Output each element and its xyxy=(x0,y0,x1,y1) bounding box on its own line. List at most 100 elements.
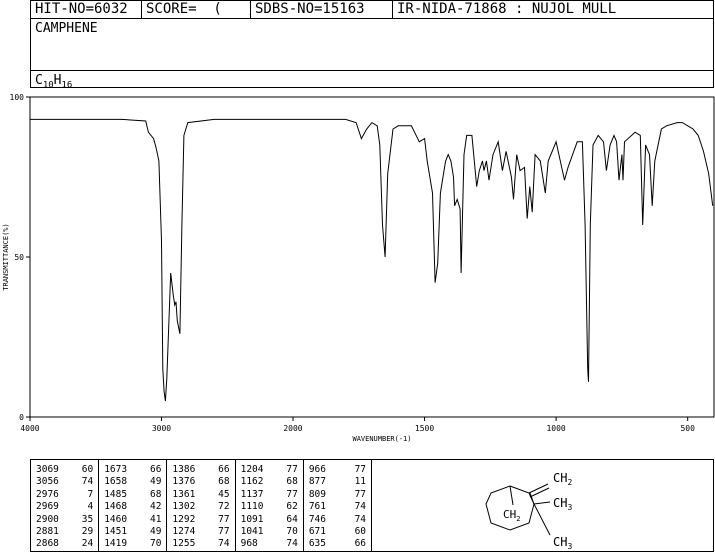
peak-row: 1274 77 xyxy=(167,526,234,538)
peak-row: 3056 74 xyxy=(31,476,98,488)
peak-wavenumber: 1376 xyxy=(172,476,196,488)
spectrum-trace xyxy=(30,118,714,402)
peak-wavenumber: 2969 xyxy=(36,501,59,513)
peak-transmittance: 66 xyxy=(354,538,367,550)
ir-nida-method: IR-NIDA-71868 : NUJOL MULL xyxy=(397,1,617,17)
peak-transmittance: 66 xyxy=(218,464,230,475)
peak-row: 966 77 xyxy=(304,464,371,476)
peak-wavenumber: 1041 xyxy=(240,525,264,537)
peak-wavenumber: 1361 xyxy=(172,488,196,500)
ch2-methylene-label: CH2 xyxy=(553,471,572,487)
peak-transmittance: 77 xyxy=(286,488,298,500)
y-axis-label: TRANSMITTANCE(%) xyxy=(2,223,10,290)
peak-wavenumber: 671 xyxy=(308,525,326,537)
peak-wavenumber: 2881 xyxy=(36,525,59,537)
peak-row: 2976 7 xyxy=(31,489,98,501)
peak-transmittance: 11 xyxy=(354,476,367,488)
peak-wavenumber: 966 xyxy=(308,464,326,475)
peak-transmittance: 70 xyxy=(149,538,162,550)
peak-wavenumber: 809 xyxy=(308,488,326,500)
hit-number: HIT-NO=6032 xyxy=(31,1,142,18)
peak-row: 1041 70 xyxy=(236,526,303,538)
peak-transmittance: 64 xyxy=(286,513,298,525)
peak-row: 3069 60 xyxy=(31,464,98,476)
y-tick-label: 50 xyxy=(14,253,24,262)
peak-row: 2881 29 xyxy=(31,526,98,538)
peak-row: 1137 77 xyxy=(236,489,303,501)
peak-transmittance: 42 xyxy=(149,501,162,513)
peak-row: 877 11 xyxy=(304,476,371,488)
peak-transmittance: 68 xyxy=(149,488,162,500)
peak-column: 1386 66 1376 68 1361 45 1302 72 1292 77 1274 77 1255… xyxy=(167,460,236,551)
peak-row: 1485 68 xyxy=(99,489,166,501)
peak-column: 1204 77 1162 68 1137 77 1110 62 1091 64 1041 70 968 7… xyxy=(236,460,304,551)
peak-column: 1673 66 1658 49 1485 68 1468 42 1460 41 1451 49 1419… xyxy=(99,460,168,551)
peak-column: 3069 60 3056 74 2976 7 2969 4 2900 35 2881 29 2868 24 xyxy=(31,460,100,551)
peak-row: 1673 66 xyxy=(99,464,166,476)
peak-row: 671 60 xyxy=(304,526,371,538)
peak-transmittance: 68 xyxy=(218,476,230,488)
peak-column: 966 77 877 11 809 77 761 74 746 74 671 60 635 66 xyxy=(304,460,371,551)
peak-row: 1162 68 xyxy=(236,476,303,488)
peak-transmittance: 77 xyxy=(286,464,298,475)
ch2-bridge-label: CH2 xyxy=(503,508,520,523)
peak-row: 2969 4 xyxy=(31,501,98,513)
peak-transmittance: 68 xyxy=(286,476,298,488)
peak-row: 1204 77 xyxy=(236,464,303,476)
peak-transmittance: 29 xyxy=(81,525,94,537)
peak-wavenumber: 1419 xyxy=(104,538,128,550)
peak-transmittance: 66 xyxy=(149,464,162,475)
peak-transmittance: 41 xyxy=(149,513,162,525)
structure-panel: CH2 CH3 CH2 CH3 xyxy=(372,459,714,552)
peak-transmittance: 62 xyxy=(286,501,298,513)
peak-row: 1376 68 xyxy=(167,476,234,488)
peak-wavenumber: 1091 xyxy=(240,513,264,525)
peak-wavenumber: 2868 xyxy=(36,538,59,550)
peak-transmittance: 60 xyxy=(354,525,367,537)
molecular-formula: C10H16 xyxy=(31,70,713,91)
peak-row: 746 74 xyxy=(304,514,371,526)
sdbs-number: SDBS-NO=15163 xyxy=(251,1,393,18)
peak-transmittance: 49 xyxy=(149,525,162,537)
peak-row: 1451 49 xyxy=(99,526,166,538)
peak-wavenumber: 2976 xyxy=(36,488,59,500)
x-tick-label: 3000 xyxy=(152,424,171,433)
peak-row: 1419 70 xyxy=(99,538,166,550)
peak-transmittance: 77 xyxy=(354,488,367,500)
peak-transmittance: 7 xyxy=(87,488,94,500)
x-tick-label: 1500 xyxy=(415,424,434,433)
peak-transmittance: 60 xyxy=(81,464,94,475)
peak-wavenumber: 1673 xyxy=(104,464,128,475)
peak-row: 2868 24 xyxy=(31,538,98,550)
peak-wavenumber: 635 xyxy=(308,538,326,550)
peak-wavenumber: 3056 xyxy=(36,476,59,488)
header-id-row: HIT-NO=6032 SCORE= ( ) SDBS-NO=15163 IR-… xyxy=(31,1,713,19)
peak-wavenumber: 1162 xyxy=(240,476,264,488)
peak-transmittance: 72 xyxy=(218,501,230,513)
x-axis-label: WAVENUMBER(-1) xyxy=(352,435,411,443)
peak-transmittance: 77 xyxy=(218,525,230,537)
peak-row: 1468 42 xyxy=(99,501,166,513)
peak-transmittance: 45 xyxy=(218,488,230,500)
score: SCORE= ( ) xyxy=(142,1,251,18)
peak-row: 2900 35 xyxy=(31,514,98,526)
peak-row: 1361 45 xyxy=(167,489,234,501)
x-tick-label: 500 xyxy=(680,424,695,433)
peak-transmittance: 74 xyxy=(81,476,94,488)
peak-row: 635 66 xyxy=(304,538,371,550)
spectrum-header: HIT-NO=6032 SCORE= ( ) SDBS-NO=15163 IR-… xyxy=(30,0,714,91)
peak-wavenumber: 1658 xyxy=(104,476,128,488)
peak-wavenumber: 3069 xyxy=(36,464,59,475)
peak-wavenumber: 1460 xyxy=(104,513,128,525)
peak-transmittance: 74 xyxy=(354,513,367,525)
compound-name: CAMPHENE xyxy=(35,21,98,36)
peak-row: 968 74 xyxy=(236,538,303,550)
peak-row: 1460 41 xyxy=(99,514,166,526)
peak-wavenumber: 1386 xyxy=(172,464,196,475)
x-tick-label: 2000 xyxy=(283,424,302,433)
peak-wavenumber: 968 xyxy=(240,538,258,550)
peak-wavenumber: 746 xyxy=(308,513,326,525)
x-tick-label: 1000 xyxy=(546,424,565,433)
peak-table: 3069 60 3056 74 2976 7 2969 4 2900 35 2881 29 2868 24… xyxy=(30,459,372,552)
peak-row: 1302 72 xyxy=(167,501,234,513)
